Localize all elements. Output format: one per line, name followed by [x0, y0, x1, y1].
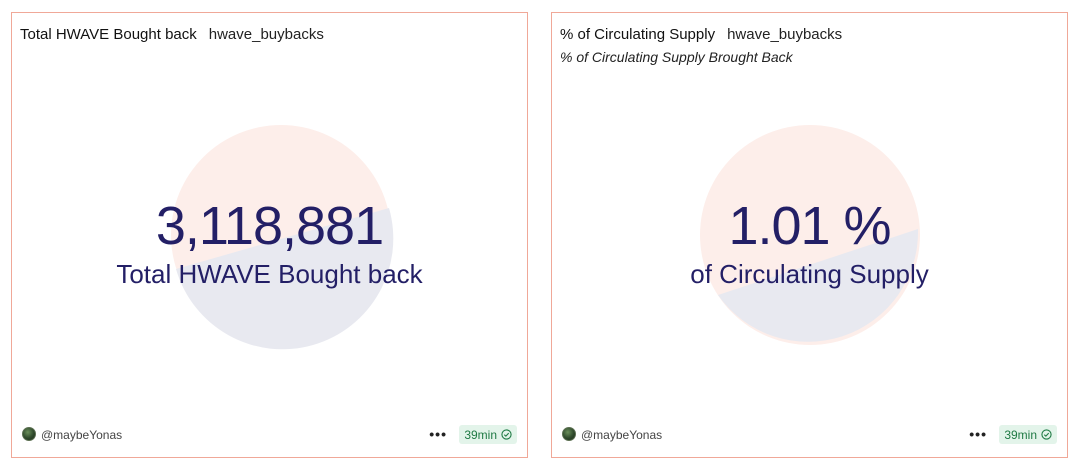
author-handle[interactable]: @maybeYonas: [581, 428, 662, 442]
author-handle[interactable]: @maybeYonas: [41, 428, 122, 442]
avatar[interactable]: [562, 427, 576, 441]
check-circle-icon: [1041, 429, 1052, 440]
card-title[interactable]: Total HWAVE Bought back: [20, 26, 197, 43]
card-title[interactable]: % of Circulating Supply: [560, 26, 715, 43]
card-subtitle: % of Circulating Supply Brought Back: [560, 49, 793, 65]
ellipsis-icon[interactable]: •••: [969, 426, 987, 442]
counter-card-circulating-supply: % of Circulating Supply hwave_buybacks %…: [551, 12, 1068, 458]
freshness-text: 39min: [1004, 427, 1037, 442]
counter-visualization: 1.01 % of Circulating Supply: [552, 73, 1067, 413]
query-name[interactable]: hwave_buybacks: [209, 26, 324, 43]
counter-card-total-bought-back: Total HWAVE Bought back hwave_buybacks 3…: [11, 12, 528, 458]
card-footer: @maybeYonas ••• 39min: [22, 425, 517, 445]
avatar[interactable]: [22, 427, 36, 441]
counter-label: of Circulating Supply: [690, 259, 929, 289]
card-header: Total HWAVE Bought back hwave_buybacks: [20, 26, 324, 43]
counter-visualization: 3,118,881 Total HWAVE Bought back: [12, 73, 527, 413]
freshness-badge: 39min: [459, 425, 517, 444]
card-header: % of Circulating Supply hwave_buybacks: [560, 26, 842, 43]
counter-label: Total HWAVE Bought back: [116, 259, 423, 289]
counter-value: 3,118,881: [155, 196, 384, 256]
freshness-badge: 39min: [999, 425, 1057, 444]
counter-value: 1.01 %: [728, 196, 891, 256]
ellipsis-icon[interactable]: •••: [429, 426, 447, 442]
freshness-text: 39min: [464, 427, 497, 442]
check-circle-icon: [501, 429, 512, 440]
query-name[interactable]: hwave_buybacks: [727, 26, 842, 43]
card-footer: @maybeYonas ••• 39min: [562, 425, 1057, 445]
